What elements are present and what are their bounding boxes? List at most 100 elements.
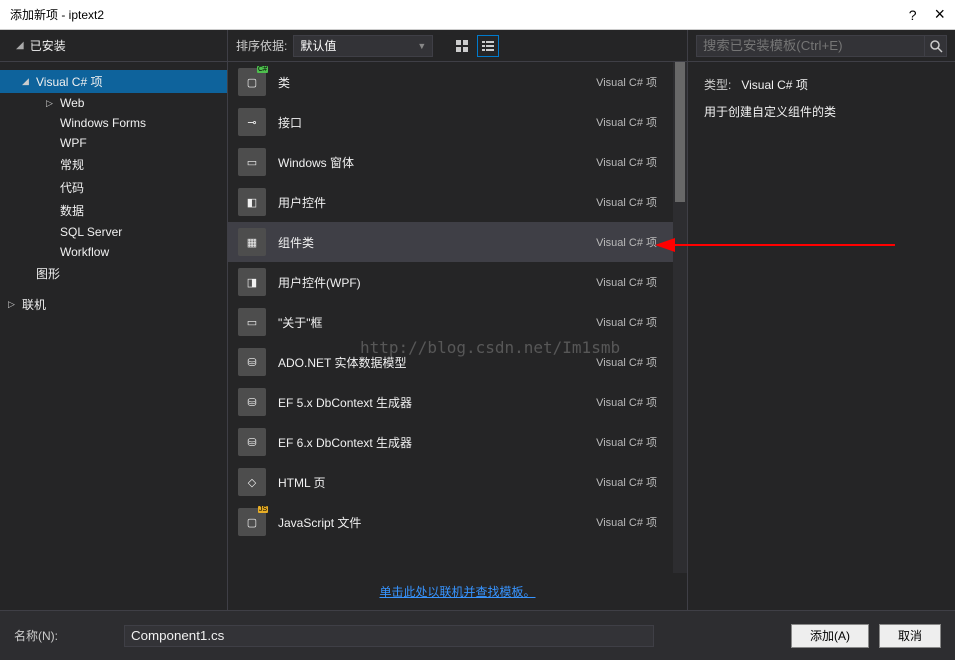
tree-item-label: 常规 <box>60 156 84 173</box>
template-item[interactable]: ⊸ 接口Visual C# 项 <box>228 102 673 142</box>
template-icon: ▭ <box>238 308 266 336</box>
type-label: 类型: <box>704 76 731 93</box>
chevron-down-icon: ▼ <box>417 41 426 51</box>
tree-item-label: 数据 <box>60 202 84 219</box>
search-input[interactable] <box>696 35 925 57</box>
template-icon: ⛁ <box>238 348 266 376</box>
template-icon: ▢C# <box>238 68 266 96</box>
caret-down-icon: ◢ <box>16 40 24 51</box>
description: 用于创建自定义组件的类 <box>704 103 836 120</box>
tree-item-visual-c-[interactable]: ◢ Visual C# 项 <box>0 70 227 93</box>
template-name: JavaScript 文件 <box>278 514 596 531</box>
details-panel: 类型: Visual C# 项 用于创建自定义组件的类 <box>688 62 955 610</box>
template-name: Windows 窗体 <box>278 154 596 171</box>
online-templates-link[interactable]: 单击此处以联机并查找模板。 <box>379 585 535 599</box>
tree-item-label: WPF <box>60 136 87 150</box>
tree-caret-icon: ▷ <box>8 299 18 310</box>
installed-tab-label: 已安装 <box>30 37 66 54</box>
template-lang: Visual C# 项 <box>596 474 657 490</box>
type-value: Visual C# 项 <box>741 76 807 93</box>
installed-tab[interactable]: ◢ 已安装 <box>0 30 228 61</box>
tree-item--[interactable]: 图形 <box>0 262 227 285</box>
template-item[interactable]: ⛁ ADO.NET 实体数据模型Visual C# 项 <box>228 342 673 382</box>
template-lang: Visual C# 项 <box>596 234 657 250</box>
template-icon: ⛁ <box>238 428 266 456</box>
template-item[interactable]: ▭"关于"框Visual C# 项 <box>228 302 673 342</box>
template-name: EF 5.x DbContext 生成器 <box>278 394 596 411</box>
template-icon: ▢JS <box>238 508 266 536</box>
template-name: EF 6.x DbContext 生成器 <box>278 434 596 451</box>
template-item[interactable]: ◨ 用户控件(WPF)Visual C# 项 <box>228 262 673 302</box>
template-name: 用户控件(WPF) <box>278 274 596 291</box>
template-item[interactable]: ⛁ EF 6.x DbContext 生成器Visual C# 项 <box>228 422 673 462</box>
name-label: 名称(N): <box>14 627 114 644</box>
template-lang: Visual C# 项 <box>596 194 657 210</box>
tree-item-wpf[interactable]: WPF <box>0 133 227 153</box>
template-item[interactable]: ▢C# 类Visual C# 项 <box>228 62 673 102</box>
template-icon: ⛁ <box>238 388 266 416</box>
tree-item--[interactable]: 常规 <box>0 153 227 176</box>
tree-item-label: Web <box>60 96 84 110</box>
template-lang: Visual C# 项 <box>596 434 657 450</box>
template-name: 组件类 <box>278 234 596 251</box>
tree-item-label: Workflow <box>60 245 109 259</box>
tree-item-label: SQL Server <box>60 225 122 239</box>
template-lang: Visual C# 项 <box>596 114 657 130</box>
help-button[interactable]: ? <box>909 7 917 23</box>
scrollbar[interactable] <box>673 62 687 573</box>
template-lang: Visual C# 项 <box>596 394 657 410</box>
add-button[interactable]: 添加(A) <box>791 624 869 648</box>
tree-item-label: Windows Forms <box>60 116 146 130</box>
sort-label: 排序依据: <box>236 37 287 54</box>
cancel-button[interactable]: 取消 <box>879 624 941 648</box>
tree-item-label: 图形 <box>36 265 60 282</box>
template-icon: ▭ <box>238 148 266 176</box>
tree-item--[interactable]: 代码 <box>0 176 227 199</box>
template-lang: Visual C# 项 <box>596 274 657 290</box>
sidebar: ◢ Visual C# 项 ▷ Web Windows Forms WPF 常规代码数据 SQ… <box>0 62 228 610</box>
template-item[interactable]: ◧ 用户控件Visual C# 项 <box>228 182 673 222</box>
template-icon: ⊸ <box>238 108 266 136</box>
tree-item-label: 联机 <box>22 296 46 313</box>
tree-item--[interactable]: 数据 <box>0 199 227 222</box>
template-item[interactable]: ⛁ EF 5.x DbContext 生成器Visual C# 项 <box>228 382 673 422</box>
template-name: ADO.NET 实体数据模型 <box>278 354 596 371</box>
tree-item-workflow[interactable]: Workflow <box>0 242 227 262</box>
template-lang: Visual C# 项 <box>596 74 657 90</box>
template-list: ▢C#类Visual C# 项⊸接口Visual C# 项▭Windows 窗体… <box>228 62 673 573</box>
template-lang: Visual C# 项 <box>596 354 657 370</box>
template-lang: Visual C# 项 <box>596 154 657 170</box>
view-list-button[interactable] <box>477 35 499 57</box>
template-lang: Visual C# 项 <box>596 514 657 530</box>
template-name: 用户控件 <box>278 194 596 211</box>
tree-item-label: Visual C# 项 <box>36 73 102 90</box>
template-item[interactable]: ▦ 组件类Visual C# 项 <box>228 222 673 262</box>
tree-item-windows-forms[interactable]: Windows Forms <box>0 113 227 133</box>
template-icon: ◇ <box>238 468 266 496</box>
template-item[interactable]: ◇ HTML 页Visual C# 项 <box>228 462 673 502</box>
icon-badge: C# <box>257 66 268 73</box>
template-icon: ◨ <box>238 268 266 296</box>
sort-value: 默认值 <box>300 37 336 54</box>
tree-item-sql-server[interactable]: SQL Server <box>0 222 227 242</box>
view-medium-icons-button[interactable] <box>451 35 473 57</box>
search-icon[interactable] <box>925 35 947 57</box>
template-icon: ◧ <box>238 188 266 216</box>
tree-item--[interactable]: ▷ 联机 <box>0 293 227 316</box>
scroll-thumb[interactable] <box>675 62 685 202</box>
template-name: 接口 <box>278 114 596 131</box>
template-item[interactable]: ▢JS JavaScript 文件Visual C# 项 <box>228 502 673 542</box>
template-name: 类 <box>278 74 596 91</box>
tree-caret-icon: ▷ <box>46 98 56 109</box>
tree-item-label: 代码 <box>60 179 84 196</box>
sort-select[interactable]: 默认值 ▼ <box>293 35 433 57</box>
name-input[interactable] <box>124 625 654 647</box>
tree-item-web[interactable]: ▷ Web <box>0 93 227 113</box>
template-item[interactable]: ▭ Windows 窗体Visual C# 项 <box>228 142 673 182</box>
close-button[interactable]: × <box>934 4 945 25</box>
icon-badge: JS <box>258 506 268 513</box>
template-name: HTML 页 <box>278 474 596 491</box>
template-icon: ▦ <box>238 228 266 256</box>
tree-caret-icon: ◢ <box>22 76 32 87</box>
template-lang: Visual C# 项 <box>596 314 657 330</box>
